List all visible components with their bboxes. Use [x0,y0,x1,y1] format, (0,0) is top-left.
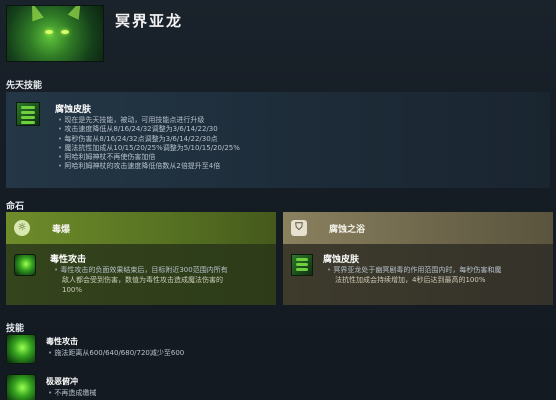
list-item: 冥界亚龙处于幽冥剧毒的作用范围内时，每秒伤害和魔 [327,265,501,275]
facet-description: 冥界亚龙处于幽冥剧毒的作用范围内时，每秒伤害和魔 [327,265,501,275]
list-item: 毒性攻击的负面效果结束后，目标附近300范围内所有 [54,265,227,275]
hero-name: 冥界亚龙 [115,12,184,30]
facet-description: 毒性攻击的负面效果结束后，目标附近300范围内所有 [54,265,227,275]
facet-title: 毒爆 [52,225,71,235]
facet-card-corrosive-bath[interactable]: ⛉ 腐蚀之浴 腐蚀皮肤 冥界亚龙处于幽冥剧毒的作用范围内时，每秒伤害和魔 法抗性… [283,212,553,305]
facet-description-line: 法抗性加成会持续增加，4秒后达到最高的100% [335,276,486,284]
sun-icon: ☼ [14,220,30,236]
skill-name: 毒性攻击 [46,337,78,346]
poison-attack-icon [14,254,36,276]
skill-change-list: 不再造成缴械 [48,389,96,398]
innate-ability-name: 腐蚀皮肤 [55,105,92,115]
innate-section-title: 先天技能 [6,81,43,91]
hero-portrait [6,5,104,62]
innate-change-list: 现在是先天技能，被动，可用技能点进行升级 攻击速度降低从8/16/24/32调整… [58,116,240,172]
innate-panel: 腐蚀皮肤 现在是先天技能，被动，可用技能点进行升级 攻击速度降低从8/16/24… [6,92,550,188]
facet-header: ⛉ 腐蚀之浴 [283,212,553,244]
nethertoxin-icon[interactable] [6,374,36,400]
skill-change-list: 施法距离从600/640/680/720减少至600 [48,349,184,358]
facet-ability-name: 毒性攻击 [50,255,87,265]
hero-header: 冥界亚龙 [0,0,556,66]
poison-attack-icon[interactable] [6,334,36,364]
list-item: 阿哈利姆神杖的攻击速度降低倍数从2倍提升至4倍 [58,162,240,171]
list-item: 施法距离从600/640/680/720减少至600 [48,349,184,358]
list-item: 每秒伤害从8/16/24/32点调整为3/6/14/22/30点 [58,135,240,144]
facet-card-toxic-blast[interactable]: ☼ 毒爆 毒性攻击 毒性攻击的负面效果结束后，目标附近300范围内所有 敌人都会… [6,212,276,305]
corrosive-skin-icon[interactable] [16,102,40,126]
list-item: 魔法抗性加成从10/15/20/25%调整为5/10/15/20/25% [58,144,240,153]
facet-header: ☼ 毒爆 [6,212,276,244]
corrosive-skin-icon [291,254,313,276]
skills-section-title: 技能 [6,324,25,334]
facets-section-title: 命石 [6,202,25,212]
facet-description-line: 敌人都会受到伤害，数值为毒性攻击造成魔法伤害的 [62,276,223,284]
shield-icon: ⛉ [291,220,307,236]
list-item: 不再造成缴械 [48,389,96,398]
list-item: 现在是先天技能，被动，可用技能点进行升级 [58,116,240,125]
facet-ability-name: 腐蚀皮肤 [323,255,360,265]
facet-title: 腐蚀之浴 [329,225,366,235]
list-item: 攻击速度降低从8/16/24/32调整为3/6/14/22/30 [58,125,240,134]
skill-name: 极恶俯冲 [46,377,78,386]
facet-description-line: 100% [62,286,83,294]
